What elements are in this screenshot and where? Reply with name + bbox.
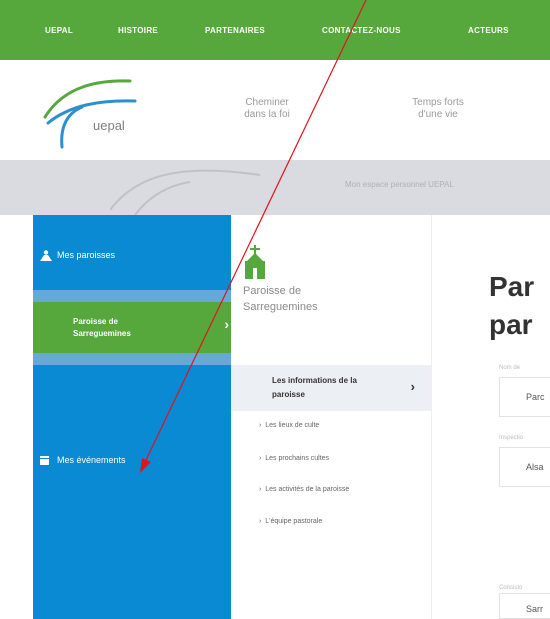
annotation-arrow: [140, 0, 367, 473]
